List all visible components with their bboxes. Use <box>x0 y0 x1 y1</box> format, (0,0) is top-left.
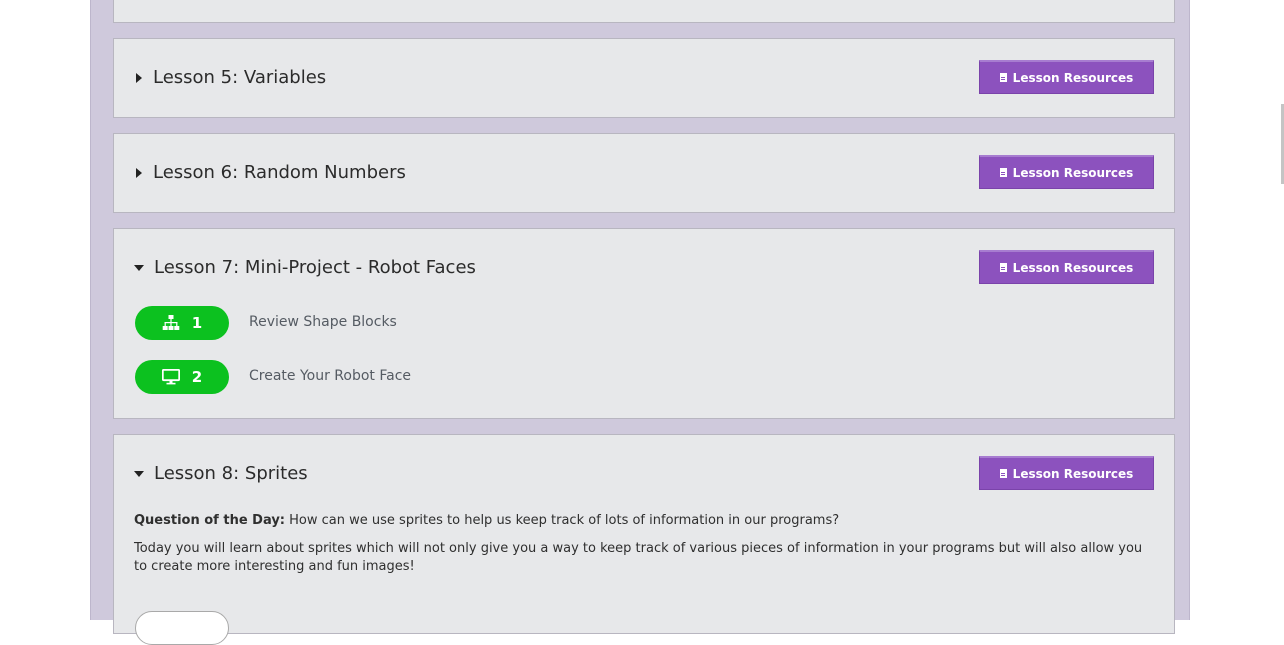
lesson-toggle-7[interactable]: Lesson 7: Mini-Project - Robot Faces <box>134 257 476 278</box>
lesson-resources-button[interactable]: Lesson Resources <box>979 456 1154 490</box>
activity-button[interactable] <box>135 611 229 645</box>
lesson-title: Lesson 8: Sprites <box>154 463 308 484</box>
activity-number: 1 <box>191 314 203 332</box>
activity-label[interactable]: Review Shape Blocks <box>249 314 397 330</box>
lesson-title: Lesson 7: Mini-Project - Robot Faces <box>154 257 476 278</box>
sitemap-icon <box>162 315 180 330</box>
lesson-toggle-5[interactable]: Lesson 5: Variables <box>134 67 326 88</box>
desktop-icon <box>161 369 180 385</box>
activity-number: 2 <box>191 368 203 386</box>
lesson-resources-label: Lesson Resources <box>1012 466 1134 481</box>
file-icon <box>999 73 1007 82</box>
file-icon <box>999 263 1007 272</box>
lesson-resources-label: Lesson Resources <box>1012 260 1134 275</box>
question-text: How can we use sprites to help us keep t… <box>289 513 840 528</box>
lesson-resources-label: Lesson Resources <box>1012 70 1134 85</box>
lesson-card-previous <box>113 0 1175 23</box>
lesson-description: Today you will learn about sprites which… <box>134 541 1143 574</box>
activity-button-2[interactable]: 2 <box>135 360 229 394</box>
caret-down-icon <box>134 264 144 271</box>
lesson-resources-button[interactable]: Lesson Resources <box>979 60 1154 94</box>
lesson-card-6: Lesson 6: Random Numbers Lesson Resource… <box>113 133 1175 213</box>
lesson-card-8: Lesson 8: Sprites Lesson Resources Quest… <box>113 434 1175 645</box>
question-of-the-day: Question of the Day: How can we use spri… <box>134 512 1144 530</box>
caret-right-icon <box>136 72 142 83</box>
lesson-toggle-8[interactable]: Lesson 8: Sprites <box>134 463 308 484</box>
activity-label[interactable]: Create Your Robot Face <box>249 368 411 384</box>
lesson-resources-button[interactable]: Lesson Resources <box>979 250 1154 284</box>
lesson-resources-label: Lesson Resources <box>1012 165 1134 180</box>
caret-down-icon <box>134 470 144 477</box>
lesson-title: Lesson 6: Random Numbers <box>153 162 406 183</box>
lesson-toggle-6[interactable]: Lesson 6: Random Numbers <box>134 162 406 183</box>
lesson-resources-button[interactable]: Lesson Resources <box>979 155 1154 189</box>
file-icon <box>999 469 1007 478</box>
file-icon <box>999 168 1007 177</box>
lesson-card-5: Lesson 5: Variables Lesson Resources <box>113 38 1175 118</box>
question-label: Question of the Day: <box>134 513 286 528</box>
activity-button-1[interactable]: 1 <box>135 306 229 340</box>
caret-right-icon <box>136 167 142 178</box>
lesson-title: Lesson 5: Variables <box>153 67 327 88</box>
lesson-card-7: Lesson 7: Mini-Project - Robot Faces Les… <box>113 228 1175 419</box>
